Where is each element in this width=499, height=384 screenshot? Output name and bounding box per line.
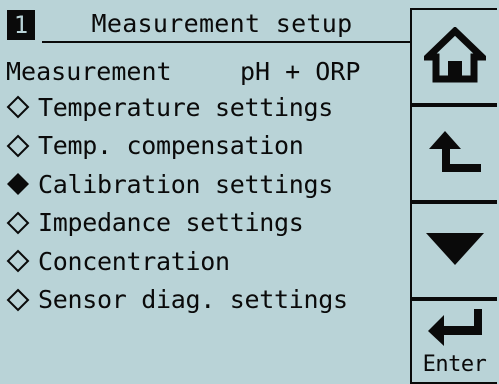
measurement-label: Measurement <box>6 57 172 86</box>
menu-item-label: Concentration <box>38 246 230 276</box>
home-icon <box>418 25 491 87</box>
return-up-arrow-icon <box>425 127 485 181</box>
menu-item-label: Calibration settings <box>38 169 334 199</box>
diamond-outline-icon <box>6 211 30 235</box>
menu-item-label: Temperature settings <box>38 92 334 122</box>
menu-item-label: Temp. compensation <box>38 131 304 161</box>
diamond-filled-icon <box>6 172 30 196</box>
enter-button[interactable]: Enter <box>410 299 497 384</box>
title-underline <box>42 41 410 43</box>
navigation-button-column: Enter <box>410 8 499 384</box>
back-button[interactable] <box>410 105 497 202</box>
enter-label: Enter <box>422 351 487 377</box>
measurement-value: pH + ORP <box>240 57 361 86</box>
menu-item-label: Sensor diag. settings <box>38 285 348 315</box>
menu-item-impedance-settings[interactable]: Impedance settings <box>6 204 406 243</box>
page-title: Measurement setup <box>91 9 353 38</box>
menu-item-temperature-settings[interactable]: Temperature settings <box>6 88 406 127</box>
menu-item-label: Impedance settings <box>38 208 304 238</box>
home-button[interactable] <box>410 8 497 105</box>
scroll-down-button[interactable] <box>410 202 497 299</box>
diamond-outline-icon <box>6 134 30 158</box>
diamond-outline-icon <box>6 249 30 273</box>
diamond-outline-icon <box>6 95 30 119</box>
screen-number-badge: 1 <box>7 10 35 40</box>
diamond-outline-icon <box>6 288 30 312</box>
menu-item-sensor-diag-settings[interactable]: Sensor diag. settings <box>6 281 406 320</box>
menu-item-calibration-settings[interactable]: Calibration settings <box>6 165 406 204</box>
menu-item-concentration[interactable]: Concentration <box>6 242 406 281</box>
enter-arrow-icon <box>424 308 486 352</box>
menu-item-temp-compensation[interactable]: Temp. compensation <box>6 127 406 166</box>
down-triangle-icon <box>424 231 486 271</box>
measurement-setup-screen: 1 Measurement setup Measurement pH + ORP… <box>0 0 499 384</box>
settings-menu: Temperature settings Temp. compensation … <box>6 88 406 319</box>
